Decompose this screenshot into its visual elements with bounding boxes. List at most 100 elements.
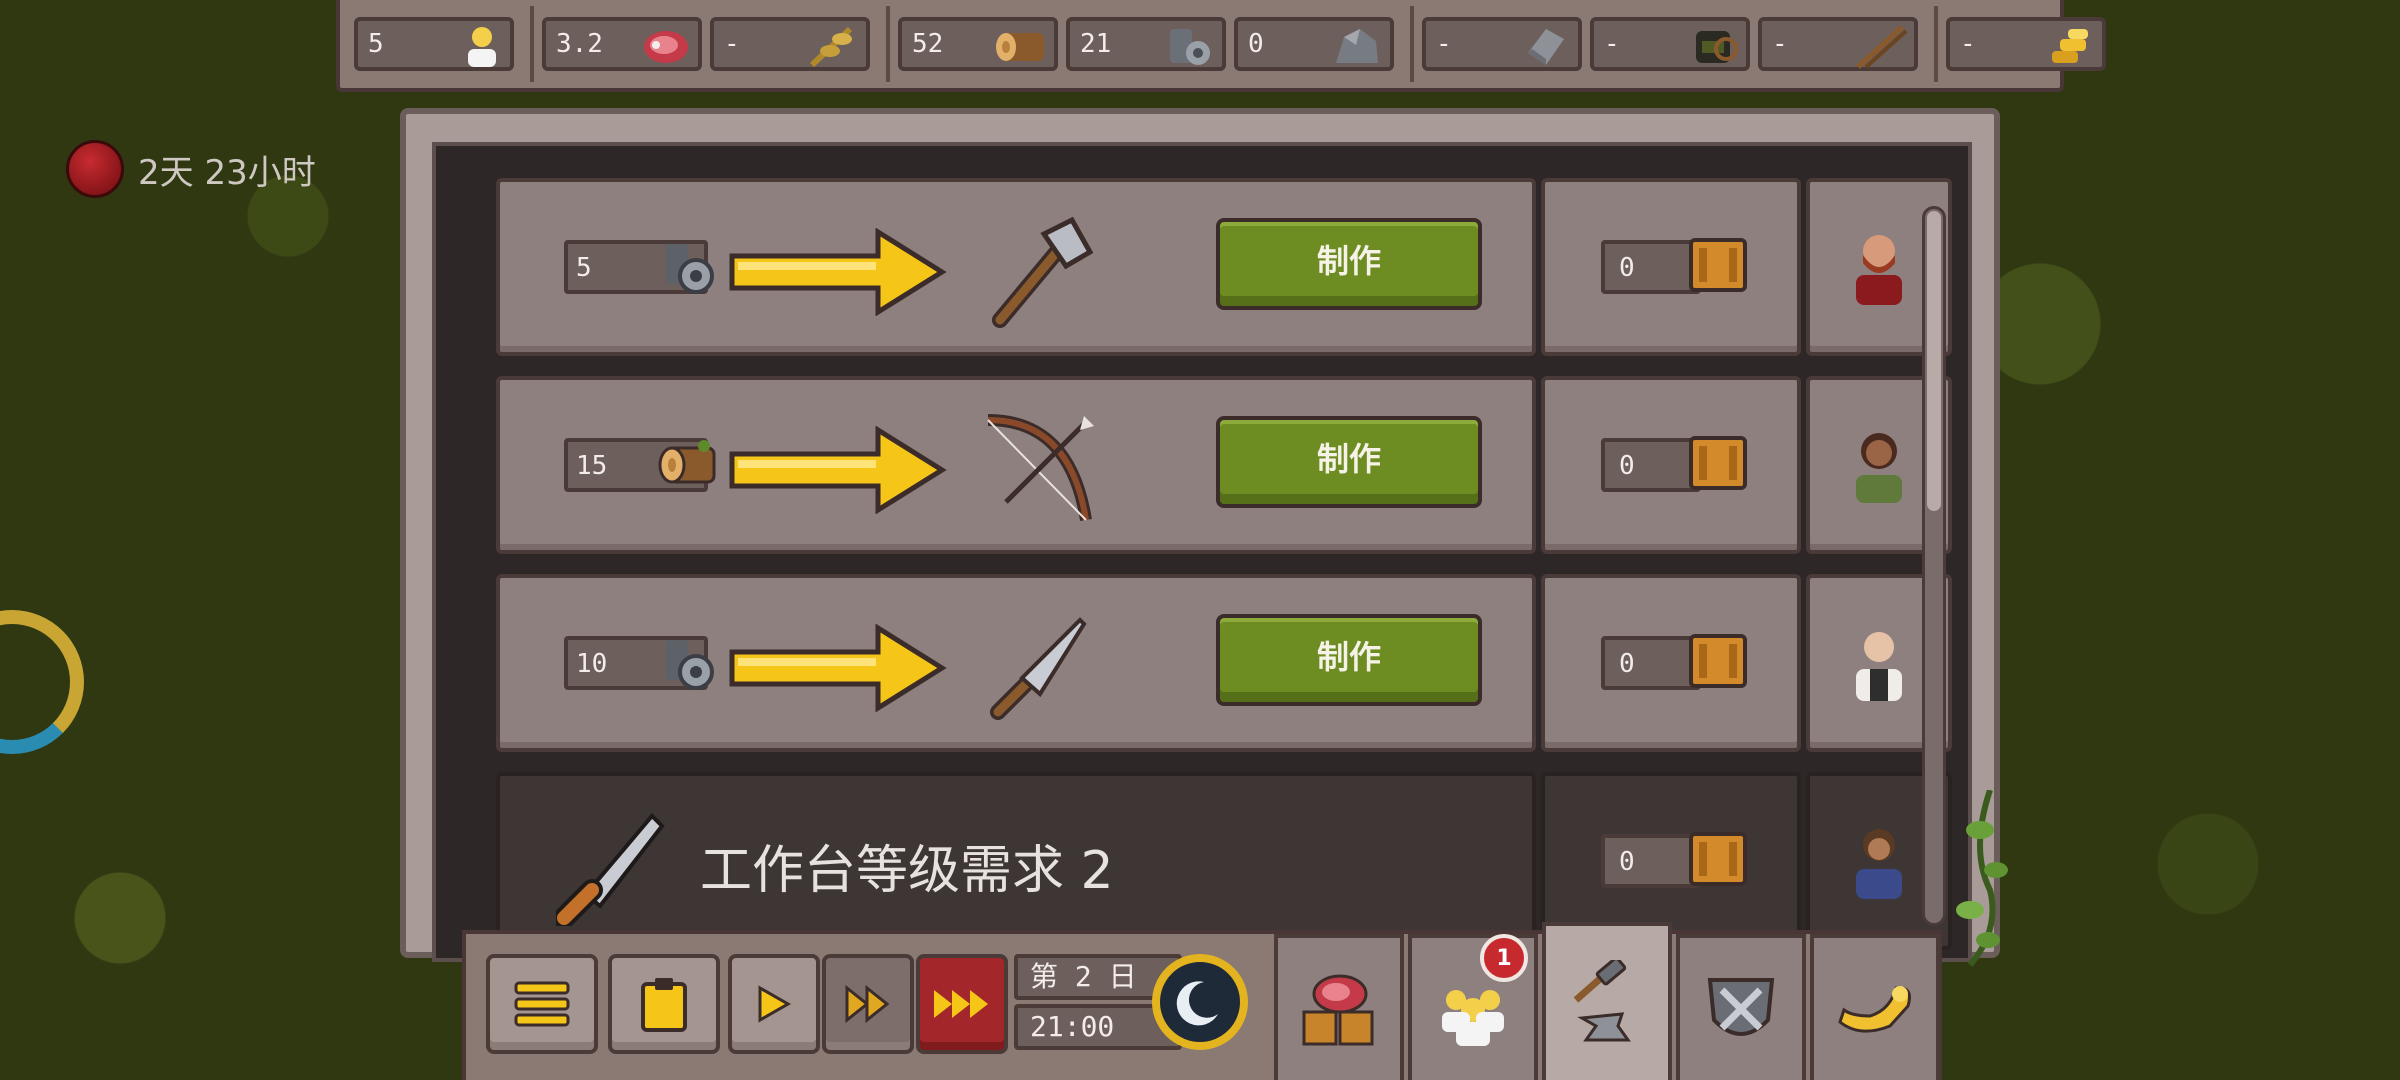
wood-log-icon [996, 33, 1044, 61]
resource-group-materials: 52 21 0 [886, 6, 1402, 82]
blood-moon-icon [66, 140, 124, 198]
recipe-card: 10 制作 [496, 574, 1536, 752]
stock-card: 0 [1541, 574, 1801, 752]
play-button[interactable] [728, 954, 820, 1054]
tab-population[interactable]: 1 [1408, 934, 1538, 1080]
arrow-right-icon [729, 228, 947, 316]
recipe-cost-value: 15 [576, 451, 608, 481]
resource-value: - [724, 29, 740, 59]
resource-iron-ore: 21 [1066, 17, 1226, 71]
wood-log-icon [658, 440, 716, 484]
tab-storage[interactable] [1274, 934, 1404, 1080]
stone-icon [1336, 29, 1378, 63]
resource-bar: 5 3.2 - 52 21 0 - - - - [336, 0, 2106, 92]
storage-icon [1302, 974, 1374, 1046]
worker-woman-icon [1856, 433, 1902, 503]
crate-icon [1689, 436, 1747, 490]
resource-value: 5 [368, 29, 384, 59]
crafting-panel: 5 制作 0 15 制作 0 10 制作 0 工作台等级需求 2 0 [400, 108, 2000, 962]
axe-icon [992, 216, 1094, 328]
population-icon [468, 27, 496, 67]
make-button[interactable]: 制作 [1216, 416, 1482, 508]
fast-forward-button[interactable] [822, 954, 914, 1054]
knife-icon [990, 617, 1087, 720]
recipe-cost: 10 [564, 636, 714, 690]
resource-leather: - [1590, 17, 1750, 71]
resource-gold: - [1946, 17, 2106, 71]
fast-forward-icon [845, 984, 890, 1024]
resource-group-population: 5 [346, 6, 522, 82]
make-button[interactable]: 制作 [1216, 218, 1482, 310]
leather-icon [1696, 31, 1738, 63]
stock-value: 0 [1619, 451, 1635, 481]
crate-icon [1689, 238, 1747, 292]
resource-wood: 52 [898, 17, 1058, 71]
resource-value: 0 [1248, 29, 1264, 59]
scrollbar-thumb[interactable] [1927, 211, 1941, 511]
play-icon [758, 985, 792, 1023]
worker-girl-icon [1856, 829, 1902, 899]
resource-value: - [1436, 29, 1452, 59]
menu-button[interactable] [486, 954, 598, 1054]
recipe-cost: 15 [564, 438, 716, 492]
resource-stone: 0 [1234, 17, 1394, 71]
resource-meat: 3.2 [542, 17, 702, 71]
progress-ring-icon[interactable] [0, 610, 84, 754]
worker-bearded-icon [1856, 235, 1902, 305]
stock-card: 0 [1541, 178, 1801, 356]
event-timer-label: 2天 23小时 [138, 152, 316, 193]
arrows-icon [1856, 25, 1908, 69]
stock-card: 0 [1541, 376, 1801, 554]
anvil-hammer-icon [1573, 960, 1631, 1042]
clipboard-icon [641, 978, 687, 1032]
stock-value: 0 [1619, 649, 1635, 679]
resource-value: 21 [1080, 29, 1112, 59]
bottom-control-bar: 第 2 日 21:00 1 [462, 922, 1942, 1080]
worker-bald-icon [1856, 632, 1902, 701]
stock-value: 0 [1619, 253, 1635, 283]
recipe-cost-value: 5 [576, 253, 592, 283]
resource-population: 5 [354, 17, 514, 71]
shield-swords-icon [1707, 978, 1775, 1036]
fastest-speed-button[interactable] [916, 954, 1008, 1054]
wheat-icon [809, 26, 853, 68]
recipe-card: 15 制作 [496, 376, 1536, 554]
stock-value: 0 [1619, 847, 1635, 877]
resource-group-food: 3.2 - [530, 6, 878, 82]
crate-icon [1689, 634, 1747, 688]
resource-iron-ingot: - [1422, 17, 1582, 71]
resource-group-gold: - [1934, 6, 2114, 82]
recipe-cost: 5 [564, 240, 714, 294]
resource-value: - [1772, 29, 1788, 59]
resource-value: 52 [912, 29, 944, 59]
tasks-button[interactable] [608, 954, 720, 1054]
recipe-cost-value: 10 [576, 649, 608, 679]
event-timer: 2天 23小时 [66, 140, 316, 198]
resource-wheat: - [710, 17, 870, 71]
resource-value: 3.2 [556, 29, 603, 59]
recipe-card: 5 制作 [496, 178, 1536, 356]
iron-ore-icon [666, 640, 714, 690]
bow-icon [987, 414, 1094, 521]
tab-crafting[interactable] [1542, 922, 1672, 1080]
locked-requirement-text: 工作台等级需求 2 [700, 841, 1114, 901]
make-button[interactable]: 制作 [1216, 614, 1482, 706]
meat-icon [644, 31, 688, 63]
tab-military[interactable] [1676, 934, 1806, 1080]
iron-ore-icon [1170, 29, 1210, 65]
fastest-speed-icon [934, 990, 988, 1018]
locked-recipe-card: 工作台等级需求 2 [496, 772, 1536, 950]
tab-trade[interactable] [1810, 934, 1940, 1080]
arrow-right-icon [729, 624, 947, 712]
saw-icon [556, 813, 665, 926]
arrow-right-icon [729, 426, 947, 514]
menu-icon [514, 981, 570, 1027]
iron-ingot-icon [1528, 29, 1564, 65]
notification-badge: 1 [1480, 934, 1528, 982]
resource-arrows: - [1758, 17, 1918, 71]
crate-icon [1689, 832, 1747, 886]
resource-group-crafted: - - - [1410, 6, 1926, 82]
golden-horn-icon [1838, 986, 1911, 1033]
iron-ore-icon [666, 244, 714, 294]
crafting-list: 5 制作 0 15 制作 0 10 制作 0 工作台等级需求 2 0 [432, 142, 1972, 962]
